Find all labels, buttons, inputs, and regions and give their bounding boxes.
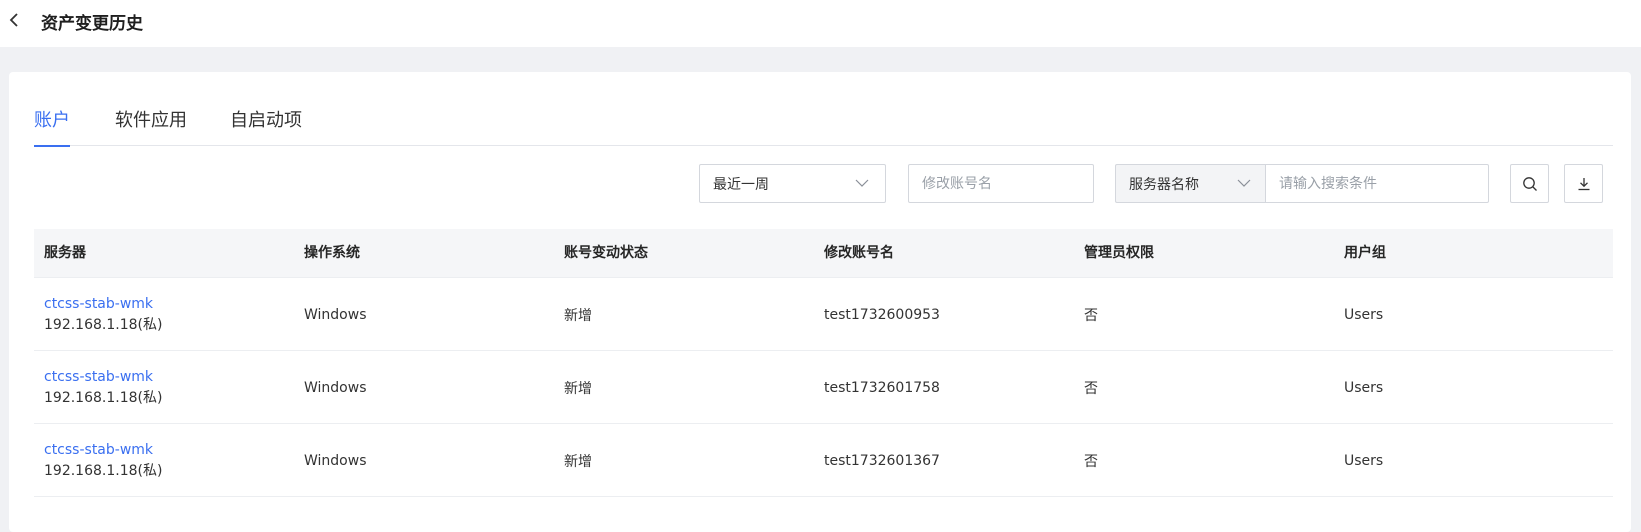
status-cell: 新增 xyxy=(564,453,592,470)
column-header-account: 修改账号名 xyxy=(824,245,894,261)
change-history-table: 服务器 操作系统 账号变动状态 修改账号名 管理员权限 用户组 ctcss-st… xyxy=(34,229,1613,497)
account-cell: test1732601367 xyxy=(824,452,940,469)
search-condition-input[interactable] xyxy=(1266,165,1488,202)
column-header-status: 账号变动状态 xyxy=(564,245,648,261)
admin-cell: 否 xyxy=(1084,380,1098,397)
chevron-left-icon xyxy=(9,13,18,27)
admin-cell: 否 xyxy=(1084,307,1098,324)
tab-software[interactable]: 软件应用 xyxy=(115,108,187,146)
time-range-value: 最近一周 xyxy=(713,176,769,193)
admin-cell: 否 xyxy=(1084,453,1098,470)
column-header-os: 操作系统 xyxy=(304,245,360,261)
search-icon xyxy=(1522,176,1537,191)
search-condition-field xyxy=(1265,164,1489,203)
table-header: 服务器 操作系统 账号变动状态 修改账号名 管理员权限 用户组 xyxy=(34,229,1613,278)
status-cell: 新增 xyxy=(564,380,592,397)
content-card: 账户 软件应用 自启动项 最近一周 服务器名称 服 xyxy=(9,72,1631,532)
server-cell: ctcss-stab-wmk 192.168.1.18(私) xyxy=(44,424,162,497)
tab-bar: 账户 软件应用 自启动项 xyxy=(34,108,1613,147)
account-cell: test1732600953 xyxy=(824,306,940,323)
page-header: 资产变更历史 xyxy=(0,0,1641,47)
os-cell: Windows xyxy=(304,452,367,469)
os-cell: Windows xyxy=(304,306,367,323)
chevron-down-icon xyxy=(1237,179,1251,187)
server-ip: 192.168.1.18(私) xyxy=(44,462,163,479)
download-button[interactable] xyxy=(1564,164,1603,203)
os-cell: Windows xyxy=(304,379,367,396)
status-cell: 新增 xyxy=(564,307,592,324)
group-cell: Users xyxy=(1344,452,1384,469)
tab-account[interactable]: 账户 xyxy=(34,108,70,147)
column-header-admin: 管理员权限 xyxy=(1084,245,1154,261)
server-cell: ctcss-stab-wmk 192.168.1.18(私) xyxy=(44,351,162,424)
group-cell: Users xyxy=(1344,379,1384,396)
search-button[interactable] xyxy=(1510,164,1549,203)
group-cell: Users xyxy=(1344,306,1384,323)
search-field-value: 服务器名称 xyxy=(1129,176,1199,193)
table-row: ctcss-stab-wmk 192.168.1.18(私) Windows 新… xyxy=(34,278,1613,351)
server-ip: 192.168.1.18(私) xyxy=(44,316,163,333)
server-ip: 192.168.1.18(私) xyxy=(44,389,163,406)
column-header-server: 服务器 xyxy=(44,245,86,261)
server-link[interactable]: ctcss-stab-wmk xyxy=(44,440,153,461)
account-name-input[interactable] xyxy=(909,165,1093,202)
search-field-select[interactable]: 服务器名称 xyxy=(1115,164,1265,203)
account-cell: test1732601758 xyxy=(824,379,940,396)
table-row: ctcss-stab-wmk 192.168.1.18(私) Windows 新… xyxy=(34,351,1613,424)
page-title: 资产变更历史 xyxy=(41,14,143,34)
table-row: ctcss-stab-wmk 192.168.1.18(私) Windows 新… xyxy=(34,424,1613,497)
account-name-field xyxy=(908,164,1094,203)
column-header-group: 用户组 xyxy=(1344,245,1386,261)
server-cell: ctcss-stab-wmk 192.168.1.18(私) xyxy=(44,278,162,351)
back-button[interactable] xyxy=(4,10,24,30)
time-range-select[interactable]: 最近一周 xyxy=(699,164,886,203)
server-link[interactable]: ctcss-stab-wmk xyxy=(44,294,153,315)
server-link[interactable]: ctcss-stab-wmk xyxy=(44,367,153,388)
tab-startup[interactable]: 自启动项 xyxy=(230,108,302,146)
download-icon xyxy=(1578,177,1589,190)
chevron-down-icon xyxy=(855,179,869,187)
